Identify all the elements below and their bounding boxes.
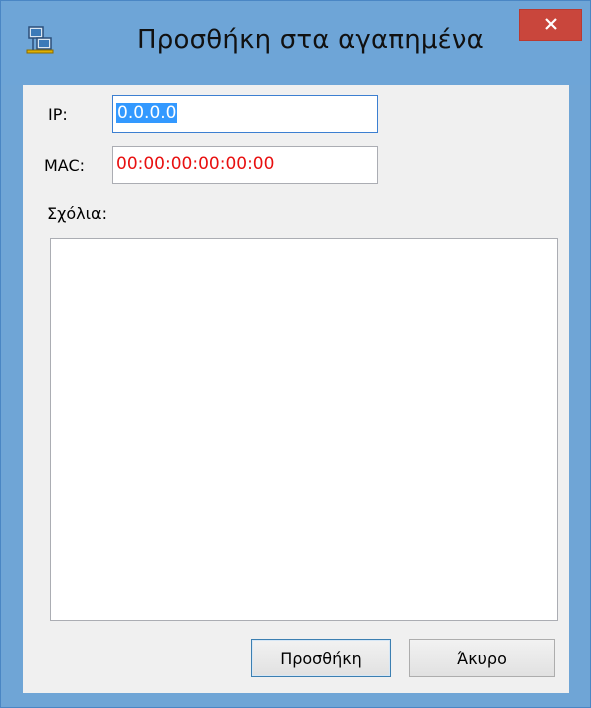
mac-value: 00:00:00:00:00:00 [116,154,275,174]
network-computers-icon [25,25,55,55]
mac-input[interactable]: 00:00:00:00:00:00 [112,146,378,184]
close-icon [544,16,558,35]
title-bar[interactable]: Προσθήκη στα αγαπημένα [1,1,590,85]
window-title: Προσθήκη στα αγαπημένα [137,25,484,55]
dialog-window: Προσθήκη στα αγαπημένα IP: 0.0.0.0 MAC: … [0,0,591,708]
comments-textarea[interactable] [50,238,558,621]
comments-label: Σχόλια: [47,204,107,223]
ip-input[interactable]: 0.0.0.0 [112,95,378,133]
ip-label: IP: [48,105,68,124]
add-button[interactable]: Προσθήκη [251,639,391,677]
close-button[interactable] [519,9,582,41]
dialog-body: IP: 0.0.0.0 MAC: 00:00:00:00:00:00 Σχόλι… [23,85,569,693]
ip-value: 0.0.0.0 [116,103,178,123]
cancel-button[interactable]: Άκυρο [409,639,555,677]
mac-label: MAC: [44,156,86,175]
